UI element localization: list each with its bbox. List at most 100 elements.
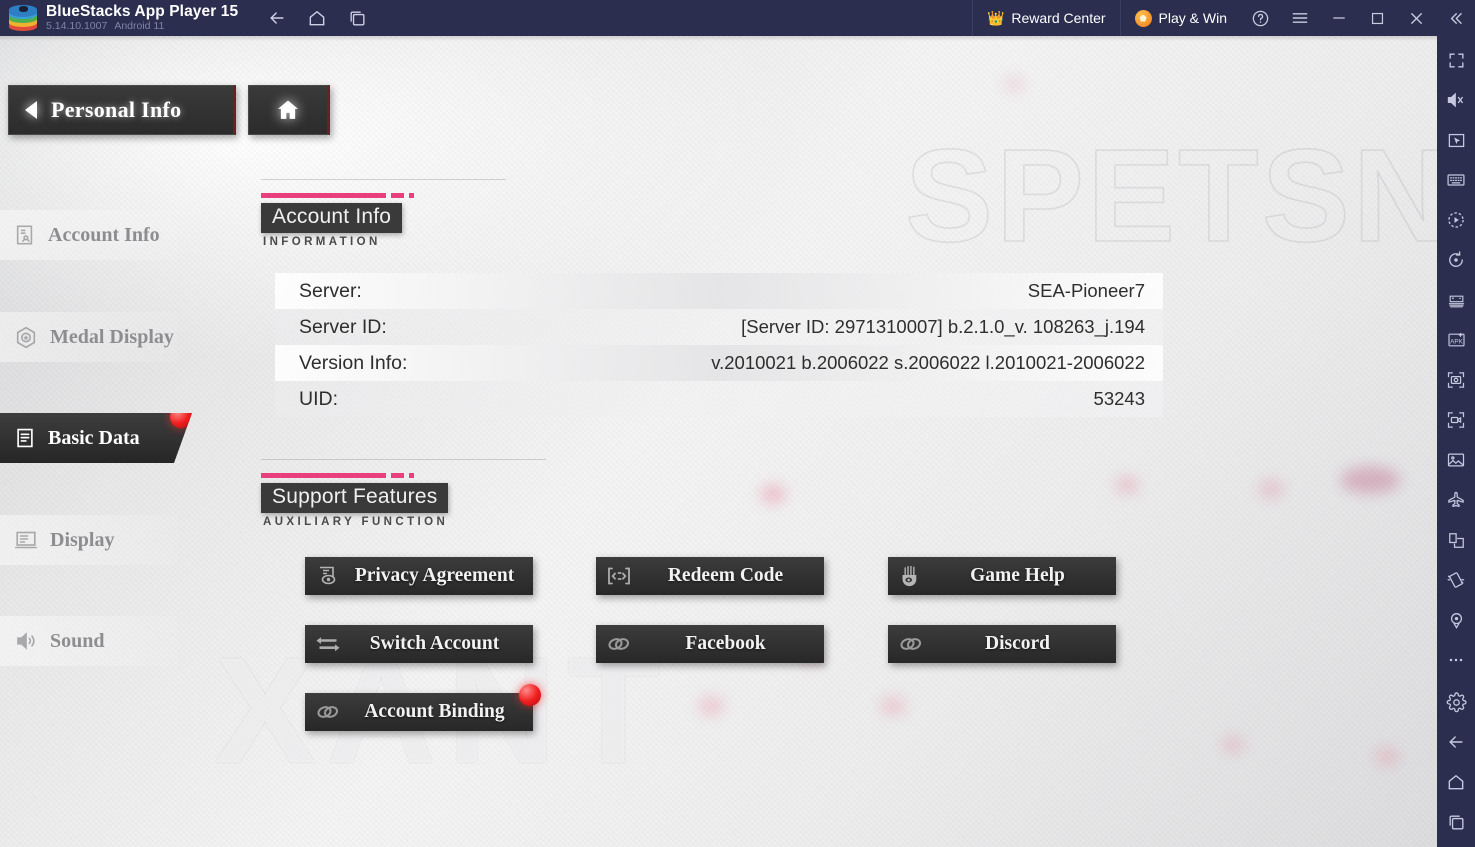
row-value: [Server ID: 2971310007] b.2.1.0_v. 10826… <box>741 316 1145 337</box>
back-arrow-icon[interactable] <box>1441 727 1471 757</box>
home-icon[interactable] <box>304 5 330 31</box>
table-row: UID: 53243 <box>275 381 1163 417</box>
bluestacks-title-bar: BlueStacks App Player 15 5.14.10.1007 And… <box>0 0 1475 36</box>
menu-icon[interactable] <box>1280 0 1319 36</box>
shake-icon[interactable] <box>1441 565 1471 595</box>
sidebar-item-medal-display[interactable]: Medal Display <box>0 312 178 362</box>
screenshot-icon[interactable] <box>1441 365 1471 395</box>
collapse-sidebar-icon[interactable] <box>1436 0 1475 36</box>
accent-dashes <box>261 193 414 198</box>
reward-center-label: Reward Center <box>1011 10 1106 26</box>
privacy-agreement-button[interactable]: Privacy Agreement <box>305 557 533 595</box>
game-home-button[interactable] <box>248 85 330 135</box>
more-icon[interactable] <box>1441 645 1471 675</box>
account-info-icon <box>14 223 36 247</box>
bokeh-dot <box>698 696 724 716</box>
link-chain-icon <box>606 631 632 657</box>
bluestacks-tool-sidebar: APK <box>1437 36 1475 847</box>
bluestacks-logo-icon <box>9 5 37 31</box>
sidebar-item-label: Sound <box>50 629 105 652</box>
apk-install-icon[interactable]: APK <box>1441 325 1471 355</box>
gamepad-icon[interactable] <box>1441 285 1471 315</box>
notification-badge <box>519 684 541 706</box>
play-and-win-label: Play & Win <box>1158 10 1227 26</box>
button-label: Account Binding <box>364 701 505 722</box>
discord-button[interactable]: Discord <box>888 625 1116 663</box>
record-video-icon[interactable] <box>1441 405 1471 435</box>
fullscreen-icon[interactable] <box>1441 45 1471 75</box>
minimize-icon[interactable] <box>1319 0 1358 36</box>
row-key: Version Info: <box>299 351 408 374</box>
play-and-win-button[interactable]: Play & Win <box>1119 0 1241 36</box>
game-help-button[interactable]: Game Help <box>888 557 1116 595</box>
back-personal-info-button[interactable]: Personal Info <box>8 85 236 135</box>
row-key: Server ID: <box>299 315 387 338</box>
switch-arrows-icon <box>315 631 341 657</box>
section-title: Support Features <box>261 483 449 513</box>
section-account-info: Account Info INFORMATION <box>261 179 506 248</box>
sidebar-item-basic-data[interactable]: Basic Data <box>0 413 192 463</box>
account-binding-button[interactable]: Account Binding <box>305 684 541 731</box>
home-icon[interactable] <box>1441 767 1471 797</box>
switch-account-button[interactable]: Switch Account <box>305 625 533 663</box>
bokeh-dot <box>1115 476 1139 494</box>
medal-icon <box>14 325 38 350</box>
media-gallery-icon[interactable] <box>1441 445 1471 475</box>
sidebar-item-label: Basic Data <box>48 426 140 449</box>
play-win-icon <box>1134 9 1152 27</box>
bokeh-dot <box>1258 479 1284 499</box>
link-chain-icon <box>898 631 924 657</box>
app-version: 5.14.10.1007 <box>46 20 108 33</box>
reward-center-button[interactable]: 👑 Reward Center <box>971 0 1120 36</box>
recents-icon[interactable] <box>344 5 370 31</box>
cursor-pointer-icon[interactable] <box>1441 125 1471 155</box>
document-icon <box>14 426 36 450</box>
redeem-code-button[interactable]: Redeem Code <box>596 557 824 595</box>
background-watermark-large: SPETSNA <box>904 121 1437 270</box>
svg-text:APK: APK <box>1450 339 1463 346</box>
sidebar-item-label: Display <box>50 528 115 551</box>
button-label: Discord <box>985 633 1050 654</box>
settings-gear-icon[interactable] <box>1441 687 1471 717</box>
sidebar-item-sound[interactable]: Sound <box>0 616 178 666</box>
multi-instance-icon[interactable] <box>1441 525 1471 555</box>
bokeh-dot <box>1003 76 1025 92</box>
section-subtitle: AUXILIARY FUNCTION <box>263 516 449 528</box>
bokeh-dot <box>880 696 906 716</box>
app-version-line: 5.14.10.1007 Android 11 <box>46 21 238 32</box>
facebook-button[interactable]: Facebook <box>596 625 824 663</box>
button-label: Game Help <box>970 565 1065 586</box>
macro-play-icon[interactable] <box>1441 205 1471 235</box>
row-key: UID: <box>299 387 338 410</box>
section-subtitle: INFORMATION <box>263 236 381 248</box>
location-icon[interactable] <box>1441 605 1471 635</box>
recents-icon[interactable] <box>1441 807 1471 837</box>
android-version: Android 11 <box>114 20 165 33</box>
button-label: Switch Account <box>369 633 500 654</box>
sidebar-item-account-info[interactable]: Account Info <box>0 210 178 260</box>
android-nav-group <box>264 5 370 31</box>
mute-icon[interactable] <box>1441 85 1471 115</box>
redeem-code-icon <box>606 563 632 589</box>
button-label: Privacy Agreement <box>354 565 515 586</box>
keyboard-controls-icon[interactable] <box>1441 165 1471 195</box>
bokeh-dot <box>1340 466 1400 494</box>
bokeh-dot <box>1375 748 1399 766</box>
table-row: Server ID: [Server ID: 2971310007] b.2.1… <box>275 309 1163 345</box>
game-help-icon <box>898 563 924 589</box>
sidebar-item-label: Medal Display <box>50 325 174 348</box>
notification-badge <box>170 406 192 428</box>
app-title: BlueStacks App Player 15 <box>46 2 239 20</box>
bokeh-dot <box>760 484 786 504</box>
back-icon[interactable] <box>264 5 290 31</box>
section-support-features: Support Features AUXILIARY FUNCTION <box>261 459 546 528</box>
help-icon[interactable] <box>1241 0 1280 36</box>
close-icon[interactable] <box>1397 0 1436 36</box>
maximize-icon[interactable] <box>1358 0 1397 36</box>
table-row: Server: SEA-Pioneer7 <box>275 273 1163 309</box>
sync-rotate-icon[interactable] <box>1441 245 1471 275</box>
personal-info-label: Personal Info <box>51 97 182 122</box>
airplane-icon[interactable] <box>1441 485 1471 515</box>
sidebar-item-display[interactable]: Display <box>0 515 178 565</box>
row-key: Server: <box>299 279 362 302</box>
